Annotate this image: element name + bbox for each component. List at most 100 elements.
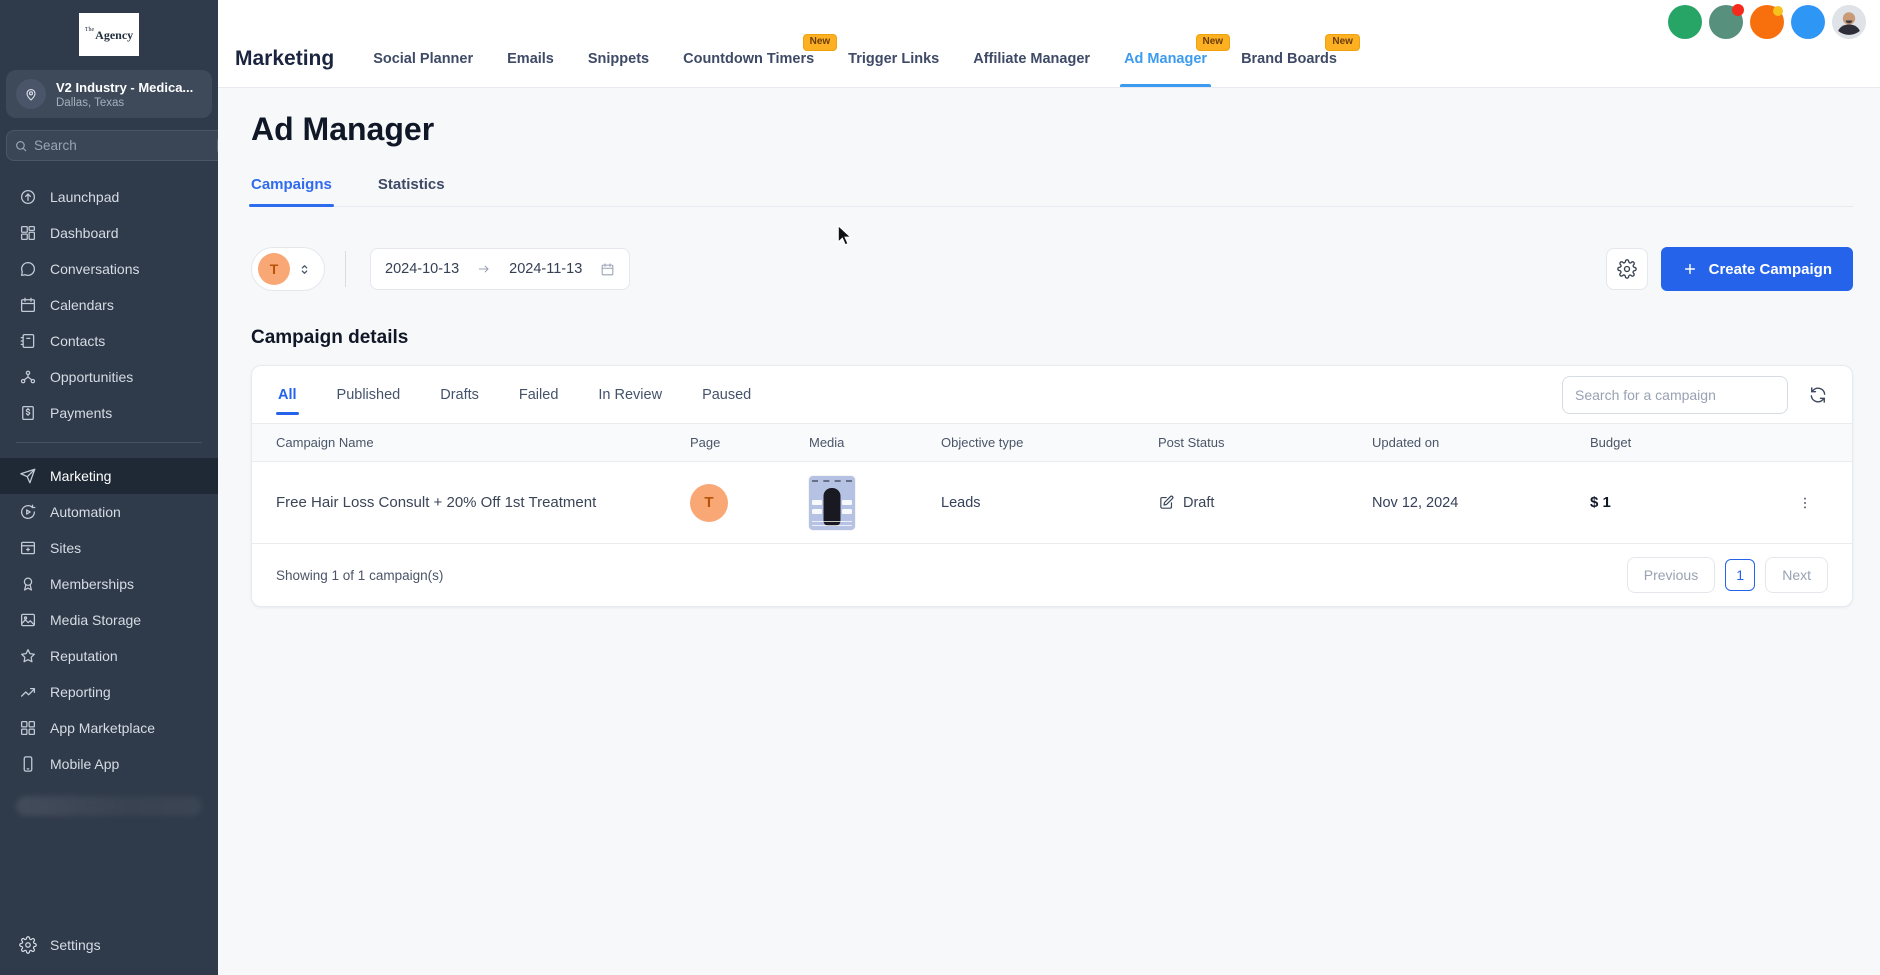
column-page: Page (690, 435, 809, 450)
sidebar-item-redacted (16, 796, 202, 816)
tab-snippets[interactable]: Snippets (571, 31, 666, 87)
sidebar-item-sites[interactable]: Sites (0, 530, 218, 566)
sidebar-item-label: Conversations (50, 261, 140, 277)
tab-label: Emails (507, 51, 554, 67)
objective-type: Leads (941, 495, 1158, 511)
conversations-icon (19, 260, 37, 278)
sidebar-item-dashboard[interactable]: Dashboard (0, 215, 218, 251)
mobile-app-icon (19, 755, 37, 773)
campaign-settings-button[interactable] (1606, 248, 1648, 290)
sidebar-item-contacts[interactable]: Contacts (0, 323, 218, 359)
date-range-picker[interactable]: 2024-10-13 2024-11-13 (370, 248, 630, 290)
marketing-nav-title[interactable]: Marketing (235, 31, 356, 87)
controls-row: T 2024-10-13 2024-11-13 Create Campaign (251, 247, 1853, 291)
sidebar-item-mobile-app[interactable]: Mobile App (0, 746, 218, 782)
tab-ad-manager[interactable]: Ad ManagerNew (1107, 31, 1224, 87)
sidebar-item-label: Media Storage (50, 612, 141, 628)
page-tabs: Campaigns Statistics (251, 176, 1853, 207)
previous-page-button[interactable]: Previous (1627, 557, 1715, 593)
sidebar-item-label: Contacts (50, 333, 105, 349)
post-status: Draft (1183, 495, 1214, 511)
row-menu-kebab-icon[interactable] (1793, 491, 1817, 515)
plus-icon (1682, 261, 1698, 277)
sidebar-item-reputation[interactable]: Reputation (0, 638, 218, 674)
create-campaign-button[interactable]: Create Campaign (1661, 247, 1853, 291)
tab-countdown-timers[interactable]: Countdown TimersNew (666, 31, 831, 87)
tab-affiliate-manager[interactable]: Affiliate Manager (956, 31, 1107, 87)
draft-edit-icon (1158, 494, 1175, 511)
sidebar-item-automation[interactable]: Automation (0, 494, 218, 530)
sidebar-item-label: Settings (50, 937, 101, 953)
gear-icon (19, 936, 37, 954)
search-icon (14, 139, 28, 153)
tab-social-planner[interactable]: Social Planner (356, 31, 490, 87)
header-avatars (1668, 5, 1866, 39)
table-row[interactable]: Free Hair Loss Consult + 20% Off 1st Tre… (252, 462, 1852, 544)
payments-icon (19, 404, 37, 422)
tab-emails[interactable]: Emails (490, 31, 571, 87)
sidebar-item-settings[interactable]: Settings (0, 925, 218, 965)
top-bar: Marketing Social Planner Emails Snippets… (218, 0, 1880, 88)
next-page-button[interactable]: Next (1765, 557, 1828, 593)
memberships-icon (19, 575, 37, 593)
filter-published[interactable]: Published (335, 366, 403, 424)
logo-name: Agency (95, 28, 133, 42)
divider (345, 251, 346, 287)
status-avatar-teal[interactable] (1709, 5, 1743, 39)
sidebar-item-memberships[interactable]: Memberships (0, 566, 218, 602)
account-location: Dallas, Texas (56, 97, 193, 109)
tab-statistics[interactable]: Statistics (378, 176, 445, 206)
sidebar-search-input[interactable] (34, 138, 211, 153)
updated-on: Nov 12, 2024 (1372, 495, 1590, 511)
sidebar-item-marketing[interactable]: Marketing (0, 458, 218, 494)
location-pin-icon (16, 79, 46, 109)
media-thumbnail[interactable] (809, 476, 855, 530)
tab-trigger-links[interactable]: Trigger Links (831, 31, 956, 87)
sidebar-item-calendars[interactable]: Calendars (0, 287, 218, 323)
status-avatar-blue[interactable] (1791, 5, 1825, 39)
filter-failed[interactable]: Failed (517, 366, 561, 424)
sidebar-item-payments[interactable]: Payments (0, 395, 218, 431)
filter-all[interactable]: All (276, 366, 299, 424)
user-avatar-photo (1832, 5, 1866, 39)
sidebar-item-conversations[interactable]: Conversations (0, 251, 218, 287)
table-header: Campaign Name Page Media Objective type … (252, 424, 1852, 462)
page-avatar: T (690, 484, 728, 522)
sidebar-nav-primary: Launchpad Dashboard Conversations Calend… (0, 179, 218, 431)
column-post-status: Post Status (1158, 435, 1372, 450)
filter-in-review[interactable]: In Review (596, 366, 664, 424)
sidebar-item-app-marketplace[interactable]: App Marketplace (0, 710, 218, 746)
sidebar-item-reporting[interactable]: Reporting (0, 674, 218, 710)
status-avatar-green[interactable] (1668, 5, 1702, 39)
column-budget: Budget (1590, 435, 1781, 450)
sidebar-item-label: Memberships (50, 576, 134, 592)
media-storage-icon (19, 611, 37, 629)
table-footer: Showing 1 of 1 campaign(s) Previous 1 Ne… (252, 544, 1852, 606)
tab-brand-boards[interactable]: Brand BoardsNew (1224, 31, 1354, 87)
column-objective-type: Objective type (941, 435, 1158, 450)
ad-account-select[interactable]: T (251, 247, 325, 291)
column-media: Media (809, 435, 941, 450)
account-switcher[interactable]: V2 Industry - Medica... Dallas, Texas (6, 70, 212, 118)
status-avatar-orange[interactable] (1750, 5, 1784, 39)
sidebar-item-opportunities[interactable]: Opportunities (0, 359, 218, 395)
column-updated-on: Updated on (1372, 435, 1590, 450)
budget: $ 1 (1590, 494, 1781, 511)
launchpad-icon (19, 188, 37, 206)
refresh-icon[interactable] (1808, 385, 1828, 405)
tab-label: Ad Manager (1124, 51, 1207, 67)
page-number-1[interactable]: 1 (1725, 559, 1755, 591)
app-marketplace-icon (19, 719, 37, 737)
tab-label: Snippets (588, 51, 649, 67)
new-badge: New (1325, 34, 1360, 51)
tab-label: Countdown Timers (683, 51, 814, 67)
sidebar-item-launchpad[interactable]: Launchpad (0, 179, 218, 215)
tab-campaigns[interactable]: Campaigns (251, 176, 332, 206)
filter-paused[interactable]: Paused (700, 366, 753, 424)
sidebar-item-media-storage[interactable]: Media Storage (0, 602, 218, 638)
gear-icon (1617, 259, 1637, 279)
sidebar-item-label: Payments (50, 405, 112, 421)
user-avatar[interactable] (1832, 5, 1866, 39)
campaign-search-input[interactable] (1562, 376, 1788, 414)
filter-drafts[interactable]: Drafts (438, 366, 481, 424)
